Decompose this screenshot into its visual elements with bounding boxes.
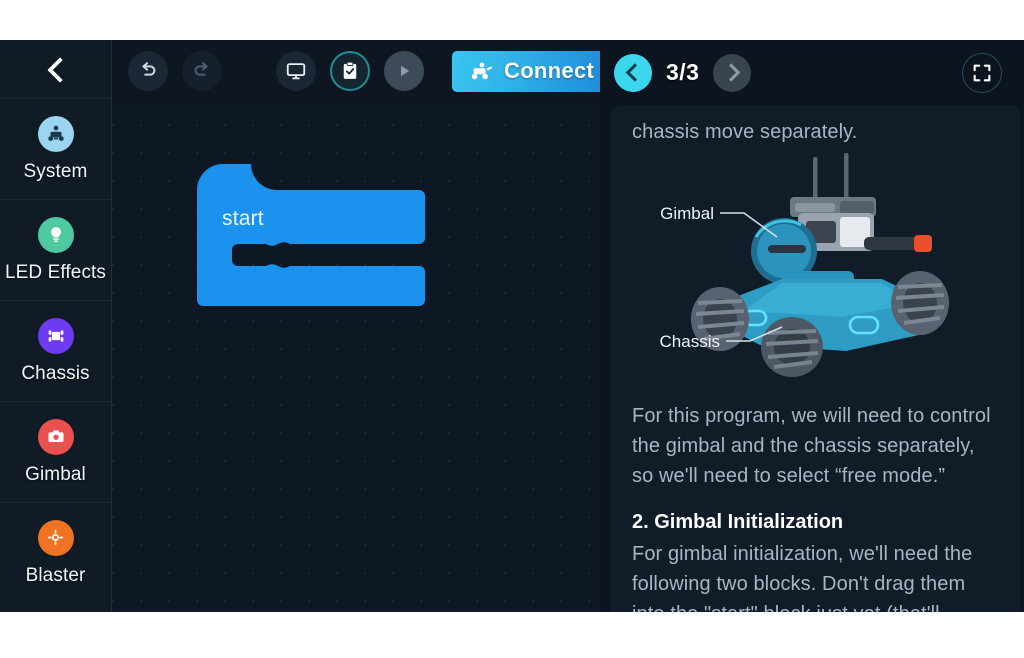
sidebar-item-led-effects[interactable]: LED Effects <box>0 199 111 300</box>
next-page-button[interactable] <box>713 53 752 92</box>
tutorial-lead-line: chassis move separately. <box>632 121 858 143</box>
previous-page-button[interactable] <box>614 53 652 92</box>
page-counter: 3/3 <box>666 59 700 85</box>
tutorial-heading-2: 2. Gimbal Initialization <box>632 511 844 533</box>
tutorial-header: 3/3 <box>600 40 1024 105</box>
tutorial-content[interactable]: chassis move separately. Gimbal Chassis … <box>610 105 1020 612</box>
tutorial-paragraph-2: For gimbal initialization, we'll need th… <box>632 543 973 612</box>
blaster-icon <box>37 519 74 556</box>
fullscreen-button[interactable] <box>962 52 1002 93</box>
sidebar-item-chassis[interactable]: Chassis <box>0 300 111 401</box>
workspace: Connect start <box>112 40 615 612</box>
sidebar-item-label: Blaster <box>25 564 86 586</box>
sidebar-item-gimbal[interactable]: Gimbal <box>0 401 111 502</box>
sidebar-item-label: System <box>23 160 88 182</box>
figure-label-chassis: Chassis <box>660 332 720 351</box>
block-canvas[interactable]: start <box>112 102 600 612</box>
sidebar: System LED Effects Chassis Gimbal Blaste… <box>0 40 112 612</box>
sidebar-item-label: Gimbal <box>25 463 86 485</box>
start-block[interactable] <box>197 164 425 329</box>
chevron-left-icon <box>625 63 644 82</box>
toolbar: Connect <box>112 40 615 102</box>
checklist-button[interactable] <box>330 51 370 91</box>
robot-icon <box>471 62 493 80</box>
tutorial-paragraph-1: For this program, we will need to contro… <box>632 405 991 487</box>
figure-label-gimbal: Gimbal <box>660 204 714 223</box>
tutorial-panel: 3/3 chassis move separately. Gimbal Chas… <box>600 40 1024 612</box>
led-icon <box>37 216 74 253</box>
robot-icon <box>37 115 74 152</box>
connect-label: Connect <box>504 58 595 83</box>
sidebar-item-blaster[interactable]: Blaster <box>0 502 111 603</box>
chevron-right-icon <box>721 63 741 82</box>
back-button[interactable] <box>0 40 111 98</box>
chassis-icon <box>37 317 74 354</box>
undo-button[interactable] <box>128 51 168 91</box>
app-window: System LED Effects Chassis Gimbal Blaste… <box>0 40 1024 612</box>
run-button[interactable] <box>384 51 424 91</box>
connect-button[interactable]: Connect <box>452 50 615 92</box>
sidebar-item-label: LED Effects <box>4 261 107 283</box>
fullscreen-icon <box>973 64 991 81</box>
monitor-button[interactable] <box>276 51 316 91</box>
robot-diagram: Gimbal Chassis <box>632 151 998 379</box>
camera-icon <box>37 418 74 455</box>
sidebar-item-label: Chassis <box>21 362 90 384</box>
redo-button[interactable] <box>182 51 222 91</box>
sidebar-item-system[interactable]: System <box>0 98 111 199</box>
chevron-left-icon <box>43 56 69 82</box>
